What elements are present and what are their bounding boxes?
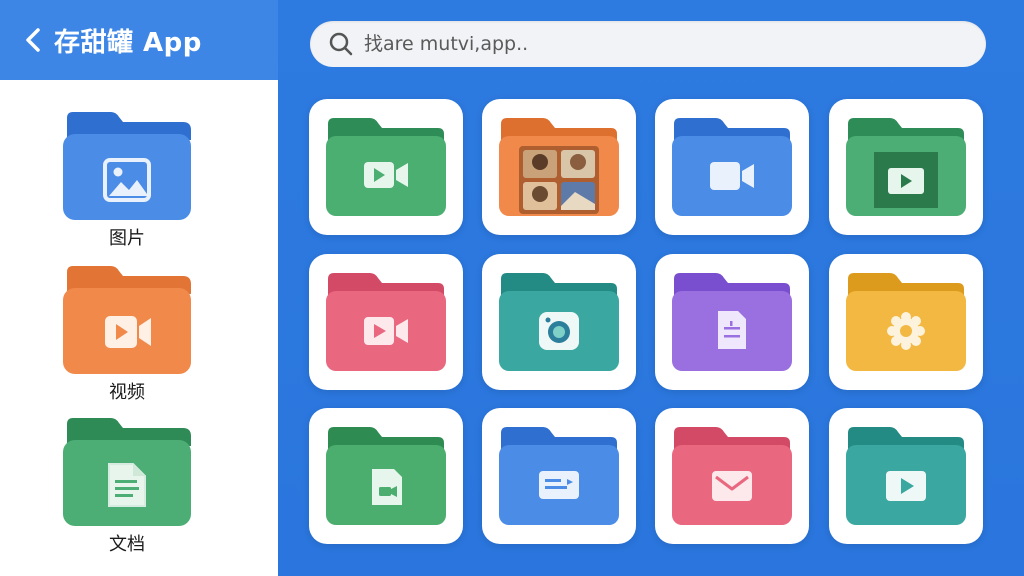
folder-tile[interactable]: [655, 99, 809, 235]
gear-icon: [887, 312, 925, 350]
screen-icon: [539, 471, 579, 499]
folder-tile[interactable]: [655, 254, 809, 390]
image-icon: [103, 158, 151, 202]
folder-tile[interactable]: [829, 99, 983, 235]
folder-tile[interactable]: [309, 254, 463, 390]
sidebar: 存甜罐 App 图片 视频 文档: [0, 0, 278, 576]
folder-tile[interactable]: [309, 408, 463, 544]
sidebar-item-documents[interactable]: 文档: [56, 416, 198, 556]
document-icon: [108, 463, 146, 507]
video-camera-icon: [364, 162, 408, 188]
main-area: [278, 0, 1024, 576]
sidebar-item-label: 视频: [109, 382, 145, 403]
document-icon: [372, 469, 402, 505]
folder-tile[interactable]: [482, 99, 636, 235]
back-button[interactable]: [20, 25, 46, 55]
video-camera-icon: [710, 162, 754, 190]
app-header: 存甜罐 App: [0, 0, 278, 80]
video-camera-icon: [364, 317, 408, 345]
sidebar-item-images[interactable]: 图片: [56, 110, 198, 250]
camera-app-icon: [539, 312, 579, 350]
folder-tile[interactable]: [655, 408, 809, 544]
play-screen-icon: [886, 471, 926, 501]
folder-tile[interactable]: [829, 408, 983, 544]
search-icon: [328, 31, 354, 57]
sidebar-item-label: 图片: [109, 228, 145, 249]
play-screen-icon: [874, 152, 938, 208]
search-input[interactable]: [364, 33, 924, 55]
folder-tile[interactable]: [829, 254, 983, 390]
photo-collage-icon: [519, 146, 599, 214]
mail-icon: [712, 471, 752, 501]
app-title: 存甜罐 App: [54, 27, 202, 58]
video-camera-icon: [105, 316, 151, 348]
chevron-left-icon: [26, 28, 40, 52]
folder-tile[interactable]: [482, 254, 636, 390]
folder-tile[interactable]: [482, 408, 636, 544]
folder-tile[interactable]: [309, 99, 463, 235]
sidebar-item-videos[interactable]: 视频: [56, 264, 198, 404]
search-bar[interactable]: [310, 21, 986, 67]
sidebar-item-label: 文档: [109, 534, 145, 555]
document-icon: [718, 311, 746, 349]
